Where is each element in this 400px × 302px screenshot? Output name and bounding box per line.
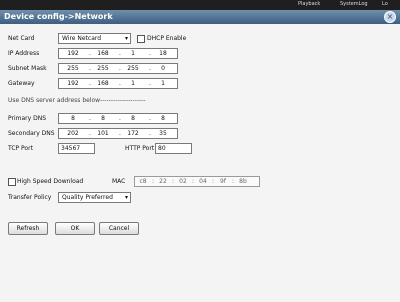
- secondary-dns-label: Secondary DNS: [8, 130, 55, 137]
- chevron-down-icon: ▾: [124, 35, 128, 42]
- subnet-octet-4: 0: [161, 65, 165, 72]
- transfer-policy-label: Transfer Policy: [8, 194, 52, 201]
- dhcp-label: DHCP Enable: [147, 35, 187, 42]
- high-speed-label: High Speed Download: [17, 178, 84, 185]
- tcp-port-value: 34567: [61, 145, 81, 152]
- gateway-label: Gateway: [8, 80, 35, 87]
- primary-dns-field[interactable]: 8 . 8 . 8 . 8: [58, 113, 178, 124]
- transfer-policy-value: Quality Preferred: [62, 194, 113, 201]
- subnet-octet-2: 255: [97, 65, 109, 72]
- refresh-button[interactable]: Refresh: [8, 222, 48, 235]
- gateway-octet-1: 192: [67, 80, 79, 87]
- pdns-octet-2: 8: [101, 115, 105, 122]
- ok-button[interactable]: OK: [55, 222, 95, 235]
- chevron-down-icon: ▾: [124, 194, 128, 201]
- secondary-dns-field[interactable]: 202 . 101 . 172 . 35: [58, 128, 178, 139]
- mac-part: c8: [139, 178, 147, 185]
- menu-more[interactable]: Lo: [382, 1, 388, 7]
- cancel-button[interactable]: Cancel: [99, 222, 139, 235]
- ip-address-label: IP Address: [8, 50, 40, 57]
- net-card-value: Wire Netcard: [62, 35, 102, 42]
- dhcp-checkbox[interactable]: [137, 35, 145, 43]
- gateway-field[interactable]: 192 . 168 . 1 . 1: [58, 78, 178, 89]
- sdns-octet-4: 35: [159, 130, 167, 137]
- mac-part: 22: [159, 178, 167, 185]
- net-card-label: Net Card: [8, 35, 35, 42]
- subnet-mask-label: Subnet Mask: [8, 65, 47, 72]
- ip-octet-4: 18: [159, 50, 167, 57]
- subnet-mask-field[interactable]: 255 . 255 . 255 . 0: [58, 63, 178, 74]
- gateway-octet-4: 1: [161, 80, 165, 87]
- window-titlebar: Device config->Network ×: [0, 10, 400, 24]
- http-port-value: 80: [158, 145, 166, 152]
- high-speed-checkbox[interactable]: [8, 178, 16, 186]
- mac-part: 04: [199, 178, 207, 185]
- primary-dns-label: Primary DNS: [8, 115, 47, 122]
- pdns-octet-1: 8: [71, 115, 75, 122]
- mac-field: c8 : 22 : 02 : 04 : 9f : 8b: [134, 176, 260, 187]
- mac-part: 8b: [239, 178, 247, 185]
- top-menu-bar: Playback SystemLog Lo: [0, 0, 400, 10]
- ip-octet-3: 1: [131, 50, 135, 57]
- sdns-octet-3: 172: [127, 130, 139, 137]
- http-port-input[interactable]: 80: [155, 143, 192, 154]
- mac-part: 9f: [220, 178, 226, 185]
- window-title: Device config->Network: [4, 12, 113, 21]
- pdns-octet-4: 8: [161, 115, 165, 122]
- mac-label: MAC: [112, 178, 126, 185]
- network-config-panel: Net Card Wire Netcard ▾ DHCP Enable IP A…: [0, 24, 400, 302]
- http-port-label: HTTP Port: [125, 145, 155, 152]
- tcp-port-label: TCP Port: [8, 145, 33, 152]
- sdns-octet-1: 202: [67, 130, 79, 137]
- ip-octet-2: 168: [97, 50, 109, 57]
- net-card-select[interactable]: Wire Netcard ▾: [58, 33, 131, 44]
- close-icon[interactable]: ×: [384, 11, 396, 23]
- transfer-policy-select[interactable]: Quality Preferred ▾: [58, 192, 131, 203]
- dns-note: Use DNS server address below------------…: [8, 97, 146, 104]
- subnet-octet-1: 255: [67, 65, 79, 72]
- ip-octet-1: 192: [67, 50, 79, 57]
- mac-part: 02: [179, 178, 187, 185]
- pdns-octet-3: 8: [131, 115, 135, 122]
- menu-systemlog[interactable]: SystemLog: [340, 1, 368, 7]
- ip-address-field[interactable]: 192 . 168 . 1 . 18: [58, 48, 178, 59]
- gateway-octet-3: 1: [131, 80, 135, 87]
- tcp-port-input[interactable]: 34567: [58, 143, 95, 154]
- sdns-octet-2: 101: [97, 130, 109, 137]
- subnet-octet-3: 255: [127, 65, 139, 72]
- gateway-octet-2: 168: [97, 80, 109, 87]
- menu-playback[interactable]: Playback: [298, 1, 320, 7]
